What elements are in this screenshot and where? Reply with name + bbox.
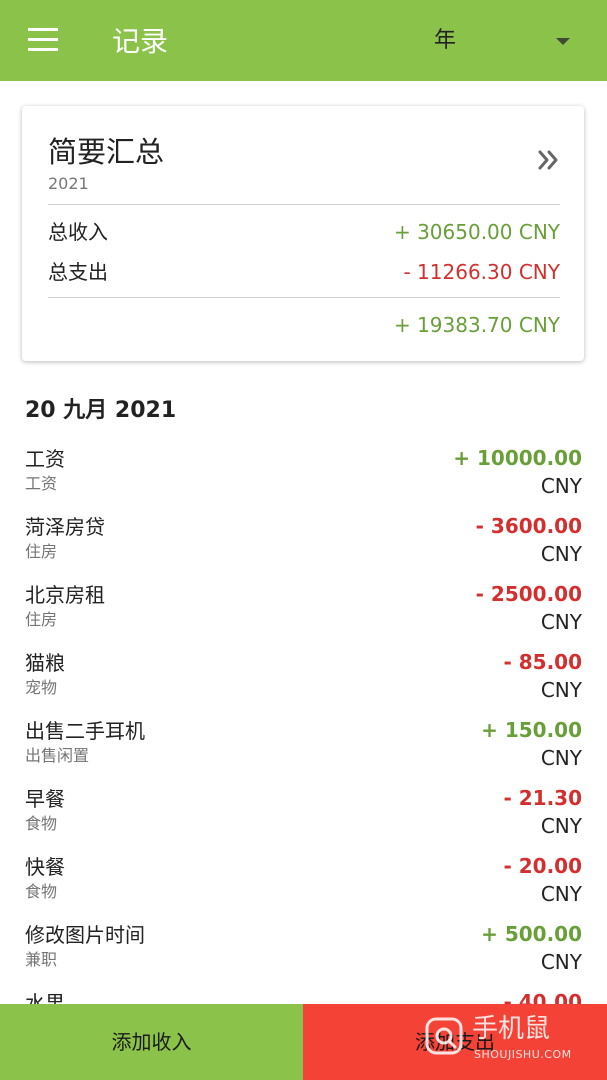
- transaction-amount: - 3600.00: [475, 514, 582, 538]
- bottom-action-bar: 添加收入 添加支出: [0, 1004, 607, 1080]
- dropdown-arrow-icon: [556, 38, 570, 45]
- transaction-name: 北京房租: [25, 583, 105, 607]
- transaction-category: 食物: [25, 882, 58, 901]
- summary-divider-bottom: [48, 297, 560, 298]
- app-bar: 记录 年: [0, 0, 607, 81]
- transaction-name: 修改图片时间: [25, 923, 145, 947]
- transaction-category: 住房: [25, 542, 58, 561]
- double-chevron-right-icon[interactable]: [534, 146, 562, 174]
- transaction-currency: CNY: [540, 678, 582, 702]
- transaction-currency: CNY: [540, 610, 582, 634]
- period-dropdown[interactable]: 年: [420, 18, 590, 64]
- transaction-category: 宠物: [25, 678, 58, 697]
- transaction-currency: CNY: [540, 746, 582, 770]
- hamburger-menu-icon[interactable]: [28, 28, 58, 52]
- transaction-category: 兼职: [25, 950, 58, 969]
- transaction-name: 出售二手耳机: [25, 719, 145, 743]
- transaction-name: 早餐: [25, 787, 65, 811]
- transaction-category: 工资: [25, 474, 58, 493]
- transaction-amount: - 85.00: [503, 650, 582, 674]
- transaction-row[interactable]: 猫粮 宠物 - 85.00 CNY: [0, 644, 607, 712]
- transaction-row[interactable]: 出售二手耳机 出售闲置 + 150.00 CNY: [0, 712, 607, 780]
- transaction-amount: - 21.30: [503, 786, 582, 810]
- transaction-amount: + 500.00: [481, 922, 582, 946]
- transaction-amount: + 10000.00: [453, 446, 582, 470]
- screen: 记录 年 简要汇总 2021 总收入 + 30650.00 CNY 总支出 - …: [0, 0, 607, 1080]
- add-expense-button[interactable]: 添加支出: [303, 1004, 607, 1080]
- transaction-name: 菏泽房贷: [25, 515, 105, 539]
- period-selected-value: 年: [434, 28, 457, 53]
- add-income-button[interactable]: 添加收入: [0, 1004, 303, 1080]
- transaction-amount: - 20.00: [503, 854, 582, 878]
- summary-card[interactable]: 简要汇总 2021 总收入 + 30650.00 CNY 总支出 - 11266…: [22, 106, 584, 361]
- transaction-name: 工资: [25, 447, 65, 471]
- balance-value: + 19383.70 CNY: [393, 313, 560, 337]
- transaction-amount: - 2500.00: [475, 582, 582, 606]
- transaction-name: 水果: [25, 991, 65, 1005]
- transaction-category: 食物: [25, 814, 58, 833]
- transaction-row[interactable]: 菏泽房贷 住房 - 3600.00 CNY: [0, 508, 607, 576]
- summary-title: 简要汇总: [48, 135, 165, 169]
- transaction-category: 住房: [25, 610, 58, 629]
- transaction-row[interactable]: 快餐 食物 - 20.00 CNY: [0, 848, 607, 916]
- transaction-currency: CNY: [540, 814, 582, 838]
- total-income-label: 总收入: [48, 220, 108, 244]
- transaction-name: 猫粮: [25, 651, 65, 675]
- summary-divider-top: [48, 204, 560, 205]
- transaction-amount: + 150.00: [481, 718, 582, 742]
- transaction-row[interactable]: 水果 - 40.00: [0, 984, 607, 1005]
- transaction-name: 快餐: [25, 855, 65, 879]
- total-expense-value: - 11266.30 CNY: [403, 260, 560, 284]
- transaction-currency: CNY: [540, 882, 582, 906]
- total-expense-label: 总支出: [48, 260, 108, 284]
- summary-year: 2021: [48, 174, 89, 193]
- transaction-list[interactable]: 工资 工资 + 10000.00 CNY 菏泽房贷 住房 - 3600.00 C…: [0, 440, 607, 1005]
- transaction-row[interactable]: 工资 工资 + 10000.00 CNY: [0, 440, 607, 508]
- transaction-row[interactable]: 修改图片时间 兼职 + 500.00 CNY: [0, 916, 607, 984]
- date-header: 20 九月 2021: [25, 398, 177, 423]
- transaction-category: 出售闲置: [25, 746, 90, 765]
- page-title: 记录: [112, 25, 169, 58]
- total-income-value: + 30650.00 CNY: [393, 220, 560, 244]
- transaction-currency: CNY: [540, 950, 582, 974]
- transaction-currency: CNY: [540, 542, 582, 566]
- transaction-currency: CNY: [540, 474, 582, 498]
- transaction-row[interactable]: 北京房租 住房 - 2500.00 CNY: [0, 576, 607, 644]
- transaction-amount: - 40.00: [503, 990, 582, 1005]
- transaction-row[interactable]: 早餐 食物 - 21.30 CNY: [0, 780, 607, 848]
